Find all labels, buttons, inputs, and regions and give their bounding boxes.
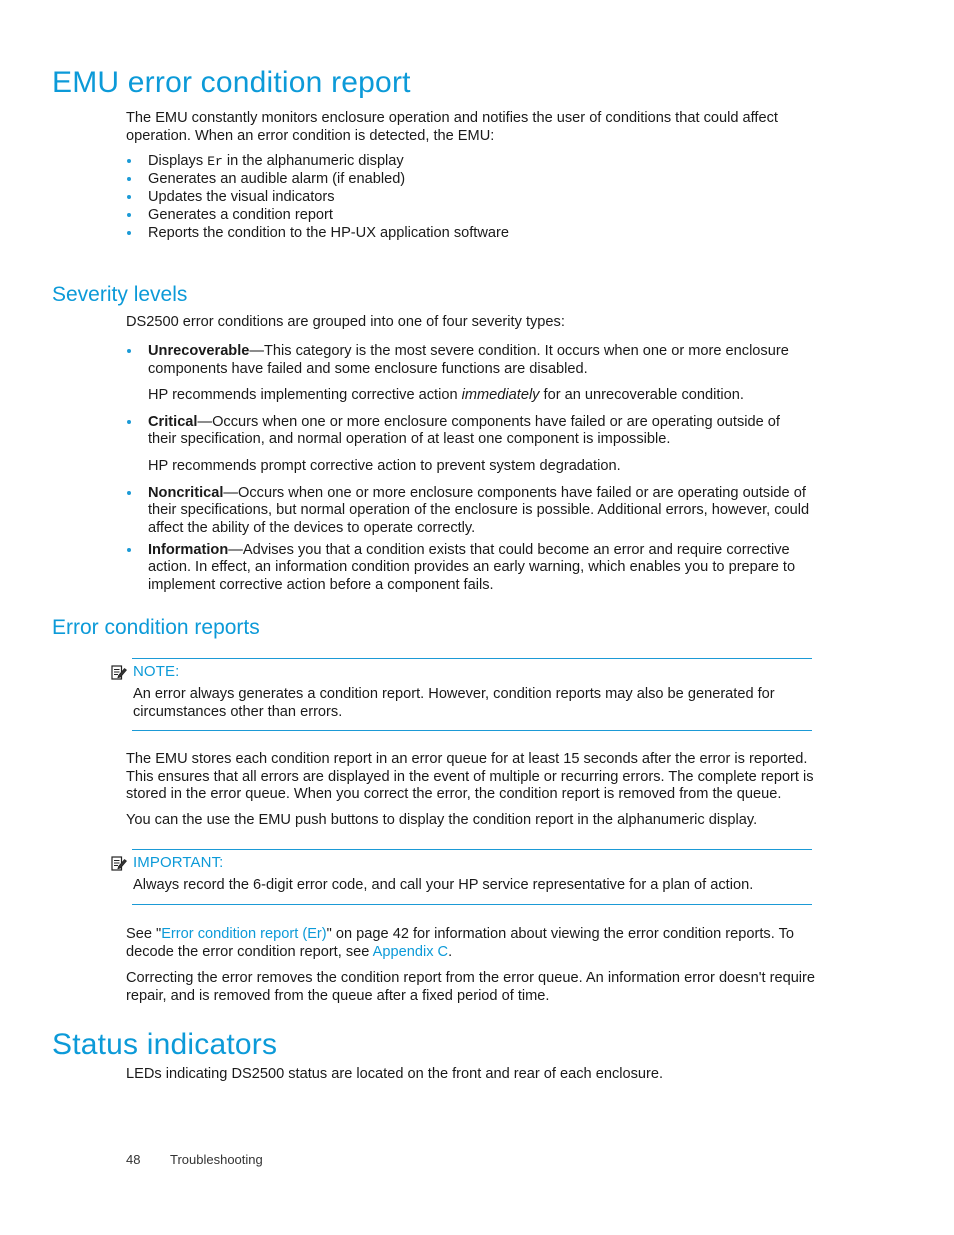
severity-lead-paragraph: DS2500 error conditions are grouped into… [126, 314, 565, 330]
severity-followup-emphasis: immediately [461, 387, 540, 404]
link-error-condition-report[interactable]: Error condition report (Er) [161, 926, 326, 942]
severity-description: Occurs when one or more enclosure compon… [148, 484, 810, 536]
status-indicators-paragraph: LEDs indicating DS2500 status are locate… [126, 1066, 664, 1082]
list-item-text: Generates an audible alarm (if enabled) [148, 171, 406, 188]
correcting-error-paragraph: Correcting the error removes the conditi… [126, 970, 816, 1004]
list-item: Unrecoverable—This category is the most … [126, 343, 812, 405]
list-item-text: Reports the condition to the HP-UX appli… [148, 225, 509, 242]
inline-code: Er [207, 154, 223, 169]
important-body-text: Always record the 6-digit error code, an… [133, 877, 754, 893]
error-queue-paragraph: The EMU stores each condition report in … [126, 751, 814, 803]
severity-dash: — [249, 343, 264, 359]
list-item: Displays Er in the alphanumeric display [126, 153, 812, 171]
admonition-header: IMPORTANT: [110, 850, 812, 873]
list-item: Generates a condition report [126, 207, 812, 225]
list-item: Updates the visual indicators [126, 189, 812, 207]
bullet-dot-icon [127, 419, 131, 424]
list-item: Noncritical—Occurs when one or more encl… [126, 485, 812, 538]
important-pencil-icon [110, 855, 128, 873]
cross-ref-post: . [448, 943, 453, 960]
bullet-dot-icon [127, 159, 131, 163]
severity-description: Occurs when one or more enclosure compon… [148, 413, 780, 448]
note-pencil-icon [110, 664, 128, 682]
note-body-text: An error always generates a condition re… [133, 686, 775, 720]
severity-description: Advises you that a condition exists that… [148, 541, 796, 594]
list-item: Information—Advises you that a condition… [126, 542, 812, 595]
bullet-dot-icon [127, 547, 131, 552]
severity-term: Information [148, 541, 229, 558]
important-admonition: IMPORTANT: Always record the 6-digit err… [110, 849, 812, 905]
severity-term: Unrecoverable [148, 343, 250, 359]
severity-term: Critical [148, 413, 198, 430]
severity-term: Noncritical [148, 484, 224, 501]
list-item-text: Updates the visual indicators [148, 189, 335, 206]
severity-followup-post: for an unrecoverable condition. [539, 387, 744, 404]
note-body: An error always generates a condition re… [133, 682, 813, 730]
admonition-bottom-rule [132, 730, 812, 732]
list-item: Critical—Occurs when one or more enclosu… [126, 414, 812, 476]
section-heading-severity-levels: Severity levels [52, 283, 188, 306]
admonition-bottom-rule [132, 903, 812, 905]
bullet-dot-icon [127, 231, 131, 236]
important-label: IMPORTANT: [133, 854, 224, 871]
cross-reference-paragraph: See "Error condition report (Er)" on pag… [126, 926, 826, 961]
severity-followup: HP recommends prompt corrective action t… [148, 457, 621, 474]
severity-dash: — [223, 484, 239, 501]
section-heading-status-indicators: Status indicators [52, 1028, 278, 1061]
page-title: EMU error condition report [52, 66, 411, 99]
footer-page-number: 48 [126, 1152, 141, 1167]
bullet-dot-icon [127, 177, 131, 182]
note-admonition: NOTE: An error always generates a condit… [110, 658, 813, 732]
severity-dash: — [197, 413, 213, 430]
bullet-dot-icon [127, 349, 131, 353]
bullet-dot-icon [127, 490, 131, 495]
important-body: Always record the 6-digit error code, an… [133, 873, 813, 904]
document-page: EMU error condition report The EMU const… [0, 0, 954, 1235]
list-item: Reports the condition to the HP-UX appli… [126, 225, 812, 243]
list-item-text-post: in the alphanumeric display [222, 153, 404, 169]
severity-followup: HP recommends implementing corrective ac… [148, 387, 812, 405]
list-item: Generates an audible alarm (if enabled) [126, 171, 812, 189]
list-item-text-pre: Displays [148, 153, 208, 169]
severity-dash: — [228, 541, 243, 558]
bullet-dot-icon [127, 213, 131, 218]
cross-ref-pre: See " [126, 926, 162, 942]
admonition-header: NOTE: [110, 659, 812, 682]
severity-followup-pre: HP recommends implementing corrective ac… [148, 387, 462, 404]
link-appendix-c[interactable]: Appendix C [373, 944, 448, 960]
bullet-dot-icon [127, 195, 131, 200]
push-buttons-paragraph: You can the use the EMU push buttons to … [126, 812, 758, 828]
emu-actions-list: Displays Er in the alphanumeric display … [126, 153, 812, 243]
page-footer: 48 Troubleshooting [126, 1152, 263, 1167]
intro-paragraph: The EMU constantly monitors enclosure op… [126, 110, 778, 144]
footer-chapter-name: Troubleshooting [170, 1152, 263, 1167]
note-label: NOTE: [133, 663, 180, 680]
severity-types-list: Unrecoverable—This category is the most … [126, 343, 812, 595]
section-heading-error-condition-reports: Error condition reports [52, 616, 260, 639]
list-item-text: Generates a condition report [148, 207, 333, 224]
